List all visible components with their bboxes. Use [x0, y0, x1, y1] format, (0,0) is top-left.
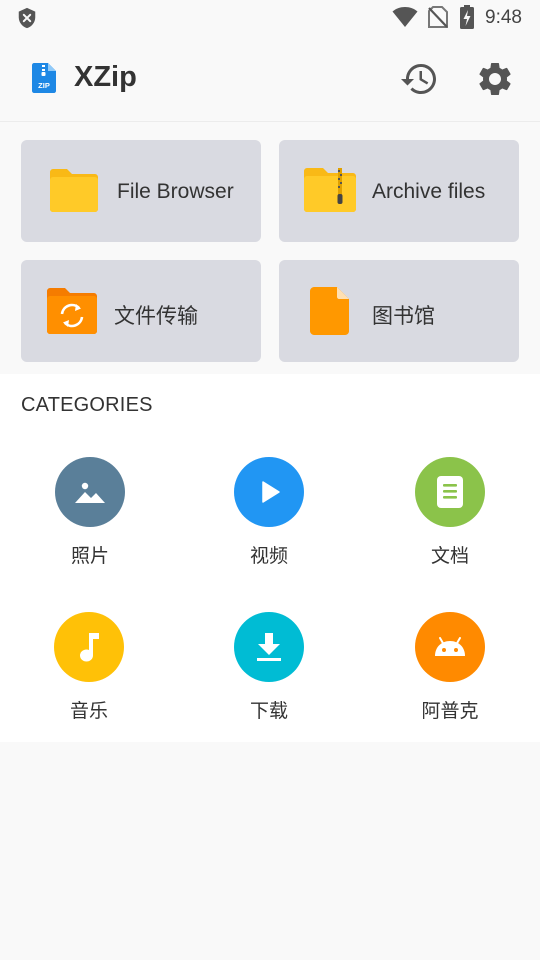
history-icon[interactable] — [400, 59, 440, 99]
category-label: 文档 — [430, 546, 469, 567]
category-downloads[interactable]: 下载 — [209, 612, 329, 732]
category-icon-circle — [415, 457, 485, 527]
category-label: 阿普克 — [421, 701, 479, 722]
status-bar: 9:48 — [0, 0, 540, 36]
tile-label: File Browser — [117, 180, 234, 203]
play-icon — [262, 481, 280, 503]
category-label: 音乐 — [69, 701, 108, 722]
library-tile[interactable]: 图书馆 — [279, 260, 519, 362]
app-logo-zip-icon: ZIP — [32, 63, 56, 93]
tile-label: Archive files — [372, 180, 486, 203]
shield-icon — [18, 7, 36, 29]
category-icon-circle — [234, 457, 304, 527]
battery-charging-icon — [460, 5, 474, 29]
quick-access-tiles: File Browser Archive files 文件传输 图书馆 — [0, 122, 540, 374]
app-logo-text: ZIP — [38, 81, 50, 90]
folder-icon — [50, 169, 98, 212]
category-icon-circle — [415, 612, 485, 682]
document-icon — [437, 476, 463, 508]
app-title: XZip — [74, 61, 137, 93]
app-bar: ZIP XZip — [0, 36, 540, 122]
category-icon-circle — [54, 612, 124, 682]
clock: 9:48 — [485, 7, 522, 28]
category-documents[interactable]: 文档 — [390, 457, 510, 577]
settings-gear-icon[interactable] — [475, 59, 515, 99]
tile-label: 文件传输 — [114, 305, 198, 328]
category-icon-circle — [234, 612, 304, 682]
music-note-icon — [80, 633, 99, 662]
file-transfer-tile[interactable]: 文件传输 — [21, 260, 261, 362]
category-apks[interactable]: 阿普克 — [390, 612, 510, 732]
category-videos[interactable]: 视频 — [209, 457, 329, 577]
categories-heading: CATEGORIES — [21, 394, 153, 416]
no-sim-icon — [428, 6, 448, 28]
download-icon — [257, 633, 281, 661]
category-label: 照片 — [70, 546, 109, 567]
category-icon-circle — [55, 457, 125, 527]
category-label: 下载 — [249, 701, 288, 722]
category-label: 视频 — [249, 546, 288, 567]
category-music[interactable]: 音乐 — [29, 612, 149, 732]
image-icon — [75, 482, 105, 503]
archive-files-tile[interactable]: Archive files — [279, 140, 519, 242]
wifi-icon — [392, 7, 418, 27]
tile-label: 图书馆 — [372, 305, 435, 328]
android-icon — [435, 637, 465, 656]
sync-folder-icon — [47, 288, 97, 334]
document-icon — [310, 287, 349, 335]
file-browser-tile[interactable]: File Browser — [21, 140, 261, 242]
categories-section: CATEGORIES 照片 视频 文档 音乐 下载 阿普克 — [0, 374, 540, 742]
category-photos[interactable]: 照片 — [30, 457, 150, 577]
zip-folder-icon — [304, 168, 356, 212]
